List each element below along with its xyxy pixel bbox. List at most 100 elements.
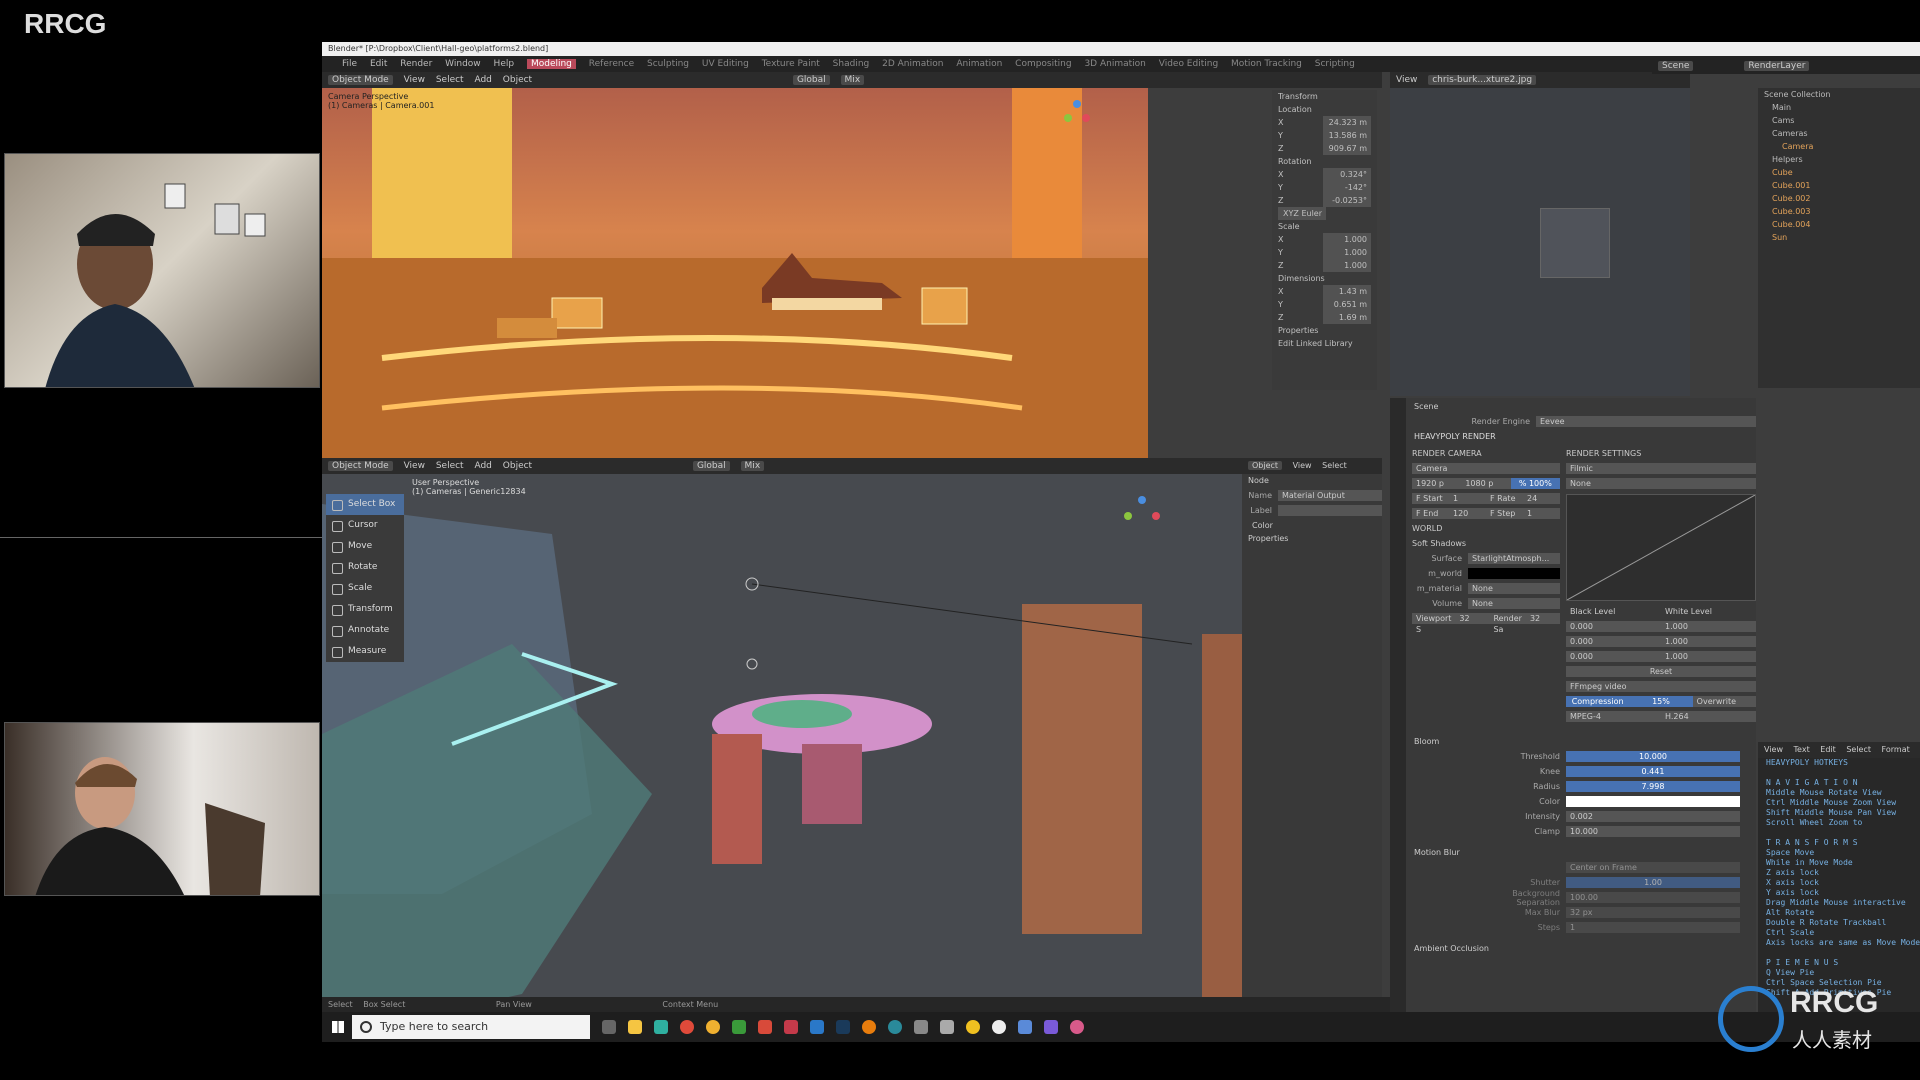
- menu-edit[interactable]: Edit: [370, 59, 387, 69]
- tab-compositing[interactable]: Compositing: [1015, 59, 1071, 69]
- object-select[interactable]: Object: [1248, 461, 1283, 470]
- m-material-row[interactable]: m_material None: [1412, 582, 1560, 595]
- tool-select-box[interactable]: Select Box: [326, 494, 404, 515]
- tool-annotate[interactable]: Annotate: [326, 620, 404, 641]
- loc-y[interactable]: Y 13.586 m: [1272, 129, 1377, 142]
- outliner-item[interactable]: Cube.001: [1758, 179, 1920, 192]
- scene-collection[interactable]: Scene Collection: [1758, 88, 1920, 101]
- tab-animation[interactable]: Animation: [956, 59, 1002, 69]
- text-menu-view[interactable]: View: [1764, 745, 1783, 754]
- tab-texture-paint[interactable]: Texture Paint: [762, 59, 820, 69]
- loc-z[interactable]: Z 909.67 m: [1272, 142, 1377, 155]
- tab-modeling[interactable]: Modeling: [526, 59, 576, 69]
- tool-transform[interactable]: Transform: [326, 599, 404, 620]
- solid-viewport[interactable]: User Perspective (1) Cameras | Generic12…: [322, 474, 1242, 1038]
- app-blue-icon[interactable]: [810, 1020, 824, 1034]
- nav-gizmo[interactable]: [1062, 98, 1092, 128]
- menu-object-2[interactable]: Object: [503, 461, 532, 471]
- menu-help[interactable]: Help: [494, 59, 515, 69]
- node-select-menu[interactable]: Select: [1322, 461, 1347, 470]
- level-r-row[interactable]: 0.000 1.000: [1566, 620, 1756, 633]
- node-properties[interactable]: Properties: [1242, 532, 1382, 545]
- app-box-icon[interactable]: [1018, 1020, 1032, 1034]
- outliner-item[interactable]: Cube.004: [1758, 218, 1920, 231]
- mb-shutter[interactable]: Shutter 1.00: [1480, 876, 1740, 889]
- text-menu-edit[interactable]: Edit: [1820, 745, 1836, 754]
- volume-row[interactable]: Volume None: [1412, 597, 1560, 610]
- outliner-item[interactable]: Cameras: [1758, 127, 1920, 140]
- image-editor[interactable]: [1390, 88, 1690, 396]
- frame-end-row[interactable]: F End 120 F Step 1: [1412, 507, 1560, 520]
- dim-x[interactable]: X 1.43 m: [1272, 285, 1377, 298]
- curve-widget[interactable]: [1566, 494, 1756, 601]
- app-purple-icon[interactable]: [1044, 1020, 1058, 1034]
- bloom-clamp[interactable]: Clamp 10.000: [1480, 825, 1740, 838]
- bloom-toggle[interactable]: Bloom: [1390, 735, 1756, 748]
- tab-video-editing[interactable]: Video Editing: [1159, 59, 1218, 69]
- tab-motion-tracking[interactable]: Motion Tracking: [1231, 59, 1302, 69]
- ffmpeg-row[interactable]: FFmpeg video: [1566, 680, 1756, 693]
- mb-position[interactable]: Center on Frame: [1480, 861, 1740, 874]
- ao-toggle[interactable]: Ambient Occlusion: [1390, 942, 1756, 955]
- mb-bg-separation[interactable]: Background Separation 100.00: [1480, 889, 1740, 907]
- rot-y[interactable]: Y -142°: [1272, 181, 1377, 194]
- frame-start-row[interactable]: F Start 1 F Rate 24: [1412, 492, 1560, 505]
- bloom-intensity[interactable]: Intensity 0.002: [1480, 810, 1740, 823]
- outliner-item[interactable]: Cube: [1758, 166, 1920, 179]
- chrome-2-icon[interactable]: [706, 1020, 720, 1034]
- camera-field[interactable]: Camera: [1412, 462, 1560, 475]
- bloom-radius[interactable]: Radius 7.998: [1480, 780, 1740, 793]
- image-view-menu[interactable]: View: [1396, 75, 1417, 85]
- app-settings-icon[interactable]: [940, 1020, 954, 1034]
- samples-row[interactable]: Viewport S 32 Render Sa 32: [1412, 612, 1560, 634]
- text-menu-format[interactable]: Format: [1882, 745, 1910, 754]
- text-menu-select[interactable]: Select: [1846, 745, 1871, 754]
- app-green-icon[interactable]: [732, 1020, 746, 1034]
- look-select[interactable]: Filmic: [1566, 462, 1756, 475]
- render-engine-row[interactable]: Render Engine Eevee: [1390, 415, 1756, 428]
- scale-x[interactable]: X 1.000: [1272, 233, 1377, 246]
- scale-y[interactable]: Y 1.000: [1272, 246, 1377, 259]
- nav-gizmo-2[interactable]: [1122, 494, 1162, 534]
- scene-field[interactable]: Scene: [1658, 61, 1694, 71]
- menu-add-2[interactable]: Add: [474, 461, 491, 471]
- loc-x[interactable]: X 24.323 m: [1272, 116, 1377, 129]
- app-red-icon[interactable]: [758, 1020, 772, 1034]
- compression-row[interactable]: Compression 15% Overwrite: [1566, 695, 1756, 708]
- menu-view[interactable]: View: [404, 75, 425, 85]
- menu-select-2[interactable]: Select: [436, 461, 464, 471]
- menu-object[interactable]: Object: [503, 75, 532, 85]
- app-teal-icon[interactable]: [888, 1020, 902, 1034]
- dim-y[interactable]: Y 0.651 m: [1272, 298, 1377, 311]
- app-white-icon[interactable]: [992, 1020, 1006, 1034]
- scale-z[interactable]: Z 1.000: [1272, 259, 1377, 272]
- tool-move[interactable]: Move: [326, 536, 404, 557]
- bloom-knee[interactable]: Knee 0.441: [1480, 765, 1740, 778]
- tab-scripting[interactable]: Scripting: [1315, 59, 1355, 69]
- menu-render[interactable]: Render: [400, 59, 432, 69]
- mix-select-2[interactable]: Mix: [740, 461, 765, 471]
- blender-icon[interactable]: [862, 1020, 876, 1034]
- outliner-item[interactable]: Camera: [1758, 140, 1920, 153]
- mix-select[interactable]: Mix: [840, 75, 865, 85]
- tab-3d-animation[interactable]: 3D Animation: [1084, 59, 1145, 69]
- tab-2d-animation[interactable]: 2D Animation: [882, 59, 943, 69]
- level-b-row[interactable]: 0.000 1.000: [1566, 650, 1756, 663]
- reset-button[interactable]: Reset: [1566, 665, 1756, 678]
- surface-row[interactable]: Surface StarlightAtmosph...: [1412, 552, 1560, 565]
- app-pink-icon[interactable]: [1070, 1020, 1084, 1034]
- codec-row[interactable]: MPEG-4 H.264: [1566, 710, 1756, 723]
- tool-rotate[interactable]: Rotate: [326, 557, 404, 578]
- photoshop-icon[interactable]: [836, 1020, 850, 1034]
- file-explorer-icon[interactable]: [628, 1020, 642, 1034]
- tab-sculpting[interactable]: Sculpting: [647, 59, 689, 69]
- euler-select[interactable]: XYZ Euler: [1272, 207, 1377, 220]
- tool-scale[interactable]: Scale: [326, 578, 404, 599]
- text-menu-text[interactable]: Text: [1794, 745, 1810, 754]
- image-name-field[interactable]: chris-burk...xture2.jpg: [1428, 75, 1537, 85]
- heavypoly-header[interactable]: HEAVYPOLY RENDER: [1390, 430, 1756, 443]
- menu-window[interactable]: Window: [445, 59, 481, 69]
- tab-shading[interactable]: Shading: [833, 59, 870, 69]
- node-label-row[interactable]: Label: [1242, 504, 1382, 517]
- node-name-row[interactable]: Name Material Output: [1242, 489, 1382, 502]
